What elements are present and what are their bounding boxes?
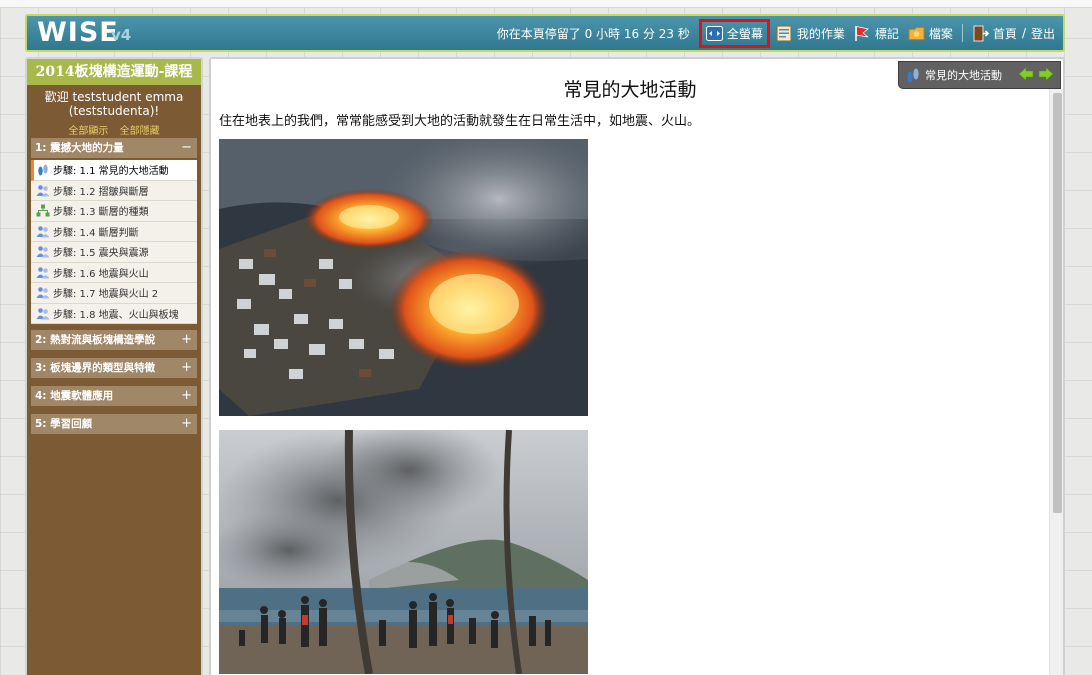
welcome-message: 歡迎 teststudent emma (teststudenta)! bbox=[27, 90, 201, 118]
content-pane: 常見的大地活動 常見的大地活動 住在地表上的我們，常常能感受到大地的活動就發生在… bbox=[209, 57, 1065, 675]
burning-town-photo bbox=[219, 139, 588, 416]
section-3[interactable]: 3: 板塊邊界的類型與特徵 + bbox=[31, 358, 197, 378]
browser-top-strip bbox=[0, 0, 1092, 8]
top-header: WISE v4 你在本頁停留了 0 小時 16 分 23 秒 全螢幕 我的作業 … bbox=[25, 14, 1065, 52]
step-label: 步驟: 1.8 地震、火山與板塊 bbox=[53, 309, 179, 321]
files-button[interactable]: 檔案 bbox=[908, 25, 953, 42]
version-label: v4 bbox=[111, 26, 132, 44]
step-label: 步驟: 1.1 常見的大地活動 bbox=[53, 166, 169, 178]
expand-icon[interactable]: + bbox=[181, 330, 192, 350]
files-label: 檔案 bbox=[928, 26, 953, 41]
intro-text: 住在地表上的我們，常常能感受到大地的活動就發生在日常生活中，如地震、火山。 bbox=[219, 114, 701, 129]
flag-icon bbox=[854, 25, 871, 42]
step-1-1[interactable]: 步驟: 1.1 常見的大地活動 bbox=[31, 160, 197, 181]
section-5-label: 5: 學習回顧 bbox=[35, 418, 93, 430]
time-on-page: 你在本頁停留了 0 小時 16 分 23 秒 bbox=[496, 26, 690, 41]
wise-logo[interactable]: WISE bbox=[37, 17, 119, 48]
next-step-arrow-icon[interactable] bbox=[1038, 66, 1054, 84]
step-label: 步驟: 1.2 摺皺與斷層 bbox=[53, 186, 149, 198]
flags-label: 標記 bbox=[874, 26, 899, 41]
my-work-button[interactable]: 我的作業 bbox=[776, 25, 845, 42]
header-divider bbox=[961, 24, 963, 42]
section-1-label: 1: 震撼大地的力量 bbox=[35, 142, 124, 154]
section-2[interactable]: 2: 熱對流與板塊構造學說 + bbox=[31, 330, 197, 350]
course-title: 2014板塊構造運動-課程 bbox=[27, 59, 201, 85]
flags-button[interactable]: 標記 bbox=[854, 25, 899, 42]
home-button[interactable]: 首頁 bbox=[972, 25, 1017, 42]
exit-door-icon bbox=[972, 25, 989, 42]
folder-icon bbox=[908, 25, 925, 42]
navigation-sidebar: 2014板塊構造運動-課程 歡迎 teststudent emma (tests… bbox=[25, 57, 203, 675]
step-label: 步驟: 1.7 地震與火山 2 bbox=[53, 289, 159, 301]
collapse-icon[interactable]: − bbox=[181, 138, 192, 158]
section-5[interactable]: 5: 學習回顧 + bbox=[31, 414, 197, 434]
step-navigator: 常見的大地活動 bbox=[898, 61, 1061, 89]
step-1-6[interactable]: 步驟: 1.6 地震與火山 bbox=[31, 263, 197, 283]
header-slash: / bbox=[1021, 26, 1026, 40]
people-icon bbox=[36, 224, 50, 238]
fullscreen-button[interactable]: 全螢幕 bbox=[698, 18, 770, 48]
step-label: 步驟: 1.6 地震與火山 bbox=[53, 268, 149, 280]
section-3-label: 3: 板塊邊界的類型與特徵 bbox=[35, 362, 156, 374]
footprint-icon bbox=[905, 66, 921, 84]
section-1[interactable]: 1: 震撼大地的力量 − bbox=[31, 138, 197, 158]
current-step-title: 常見的大地活動 bbox=[925, 69, 1002, 82]
people-icon bbox=[36, 286, 50, 300]
scrollbar-thumb[interactable] bbox=[1053, 93, 1062, 513]
welcome-line-2: (teststudenta)! bbox=[68, 104, 160, 118]
step-1-3[interactable]: 步驟: 1.3 斷層的種類 bbox=[31, 201, 197, 222]
notebook-icon bbox=[776, 25, 793, 42]
expand-icon[interactable]: + bbox=[181, 358, 192, 378]
home-label: 首頁 bbox=[992, 26, 1017, 41]
hierarchy-icon bbox=[36, 204, 50, 218]
content-scrollbar[interactable] bbox=[1049, 89, 1063, 675]
step-1-7[interactable]: 步驟: 1.7 地震與火山 2 bbox=[31, 283, 197, 304]
welcome-line-1: 歡迎 teststudent emma bbox=[44, 90, 184, 104]
step-label: 步驟: 1.4 斷層判斷 bbox=[53, 227, 139, 239]
show-all-link[interactable]: 全部顯示 bbox=[68, 126, 108, 137]
my-work-label: 我的作業 bbox=[796, 26, 845, 41]
step-1-8[interactable]: 步驟: 1.8 地震、火山與板塊 bbox=[31, 304, 197, 324]
step-1-5[interactable]: 步驟: 1.5 震央與震源 bbox=[31, 242, 197, 263]
fullscreen-label: 全螢幕 bbox=[726, 26, 763, 41]
section-4[interactable]: 4: 地震軟體應用 + bbox=[31, 386, 197, 406]
section-2-label: 2: 熱對流與板塊構造學說 bbox=[35, 334, 156, 346]
show-hide-controls: 全部顯示 全部隱藏 bbox=[27, 122, 201, 137]
expand-icon[interactable]: + bbox=[181, 386, 192, 406]
volcano-eruption-photo bbox=[219, 430, 588, 674]
people-icon bbox=[36, 183, 50, 197]
step-1-4[interactable]: 步驟: 1.4 斷層判斷 bbox=[31, 222, 197, 242]
people-icon bbox=[36, 306, 50, 320]
step-list: 步驟: 1.1 常見的大地活動 步驟: 1.2 摺皺與斷層 步驟: 1.3 斷層… bbox=[31, 160, 197, 324]
footprint-icon bbox=[36, 163, 50, 177]
previous-step-arrow-icon[interactable] bbox=[1018, 66, 1034, 84]
step-label: 步驟: 1.3 斷層的種類 bbox=[53, 207, 149, 219]
logout-button[interactable]: 登出 bbox=[1031, 25, 1055, 42]
step-label: 步驟: 1.5 震央與震源 bbox=[53, 248, 149, 260]
expand-icon[interactable]: + bbox=[181, 414, 192, 434]
section-4-label: 4: 地震軟體應用 bbox=[35, 390, 114, 402]
step-1-2[interactable]: 步驟: 1.2 摺皺與斷層 bbox=[31, 181, 197, 201]
people-icon bbox=[36, 245, 50, 259]
hide-all-link[interactable]: 全部隱藏 bbox=[120, 126, 160, 137]
fullscreen-icon bbox=[705, 25, 723, 42]
people-icon bbox=[36, 265, 50, 279]
